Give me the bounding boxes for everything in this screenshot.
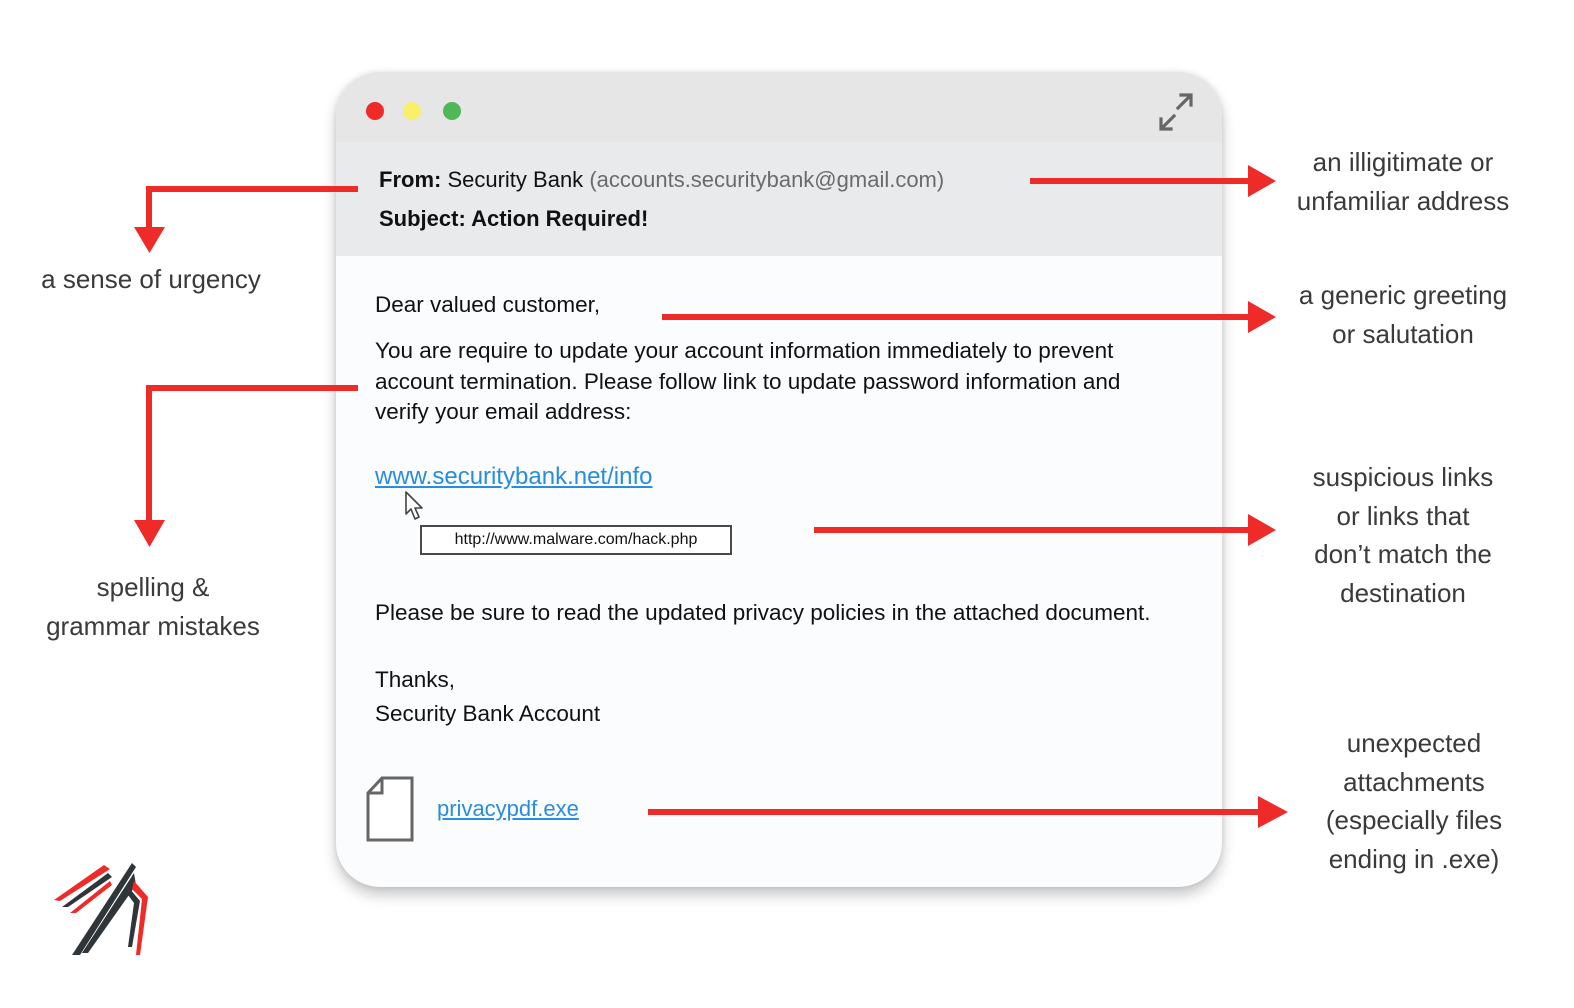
sender-address: (accounts.securitybank@gmail.com) [589,167,945,192]
annotation-line: unfamiliar address [1296,185,1510,216]
annotation-line: ending in .exe) [1328,843,1500,874]
annotation-line: or salutation [1332,318,1474,349]
body-paragraph-1: You are require to update your account i… [375,338,1121,424]
annotation-urgency: a sense of urgency [26,260,276,299]
suspicious-link[interactable]: www.securitybank.net/info [375,463,652,491]
annotation-line: or links that [1336,500,1470,531]
annotation-line: suspicious links [1312,462,1494,492]
attachment-link[interactable]: privacypdf.exe [437,796,579,822]
file-icon[interactable] [366,776,414,842]
mouse-pointer-icon [405,491,423,520]
from-label: From: [379,167,442,192]
annotation-links: suspicious links or links that don’t mat… [1280,458,1526,612]
link-tooltip: http://www.malware.com/hack.php [420,525,732,555]
brand-logo-icon [54,863,148,955]
subject-text: Action Required! [471,206,649,231]
expand-arrows-icon[interactable] [1152,88,1200,136]
annotation-line: spelling & [96,572,210,602]
annotation-line: attachments [1343,766,1485,797]
signature: Security Bank Account [375,701,601,726]
greeting: Dear valued customer, [375,292,601,317]
annotation-address: an illigitimate or unfamiliar address [1280,143,1526,220]
annotation-line: don’t match the [1314,539,1492,569]
closing: Thanks, [375,667,456,692]
arrow-urgency [134,186,358,253]
annotation-line: an illigitimate or [1312,147,1494,177]
sender-name: Security Bank [447,167,584,192]
annotation-greeting: a generic greeting or salutation [1280,276,1526,353]
email-window: From: Security Bank (accounts.securityba… [336,72,1222,887]
close-button[interactable] [366,102,384,120]
title-bar [336,72,1222,142]
maximize-button[interactable] [443,102,461,120]
annotation-line: (especially files [1325,805,1503,835]
annotation-spelling: spelling & grammar mistakes [26,568,280,645]
arrow-spelling [134,385,358,547]
subject-label: Subject: [379,206,466,231]
annotation-text: a sense of urgency [41,264,261,294]
email-header [336,142,1222,256]
annotation-line: a generic greeting [1298,280,1508,310]
annotation-line: grammar mistakes [46,610,260,641]
annotation-line: unexpected [1346,728,1482,758]
body-paragraph-2: Please be sure to read the updated priva… [375,600,1151,625]
minimize-button[interactable] [403,102,421,120]
annotation-line: destination [1340,577,1466,608]
annotation-attachments: unexpected attachments (especially files… [1296,724,1532,878]
from-line: From: Security Bank (accounts.securityba… [379,167,944,193]
subject-line: Subject: Action Required! [379,206,648,232]
